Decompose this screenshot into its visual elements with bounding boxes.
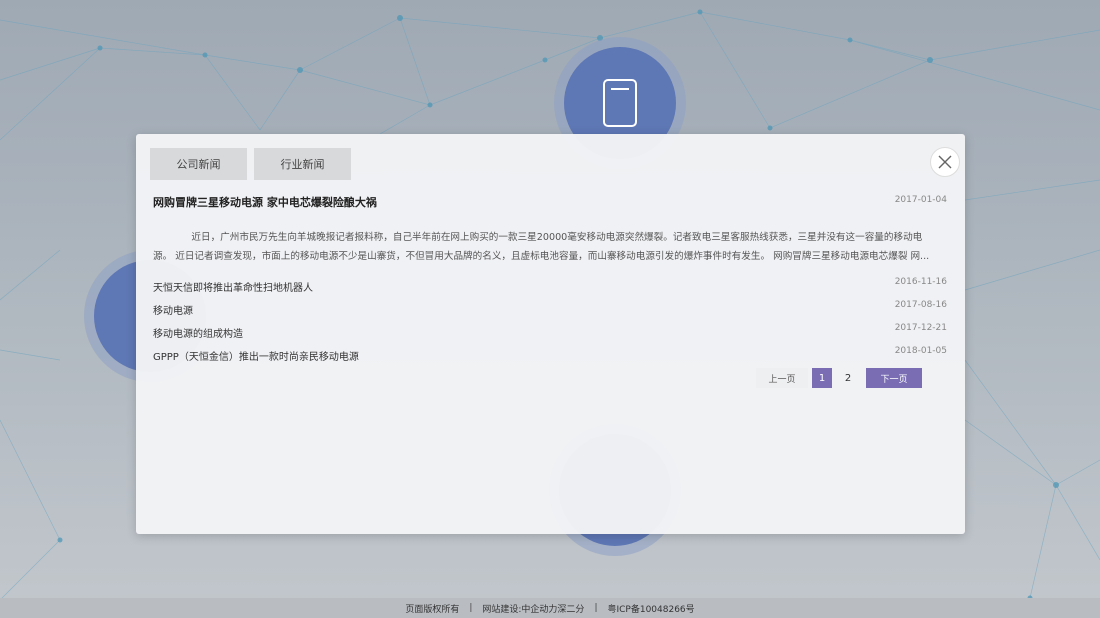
featured-article: 网购冒牌三星移动电源 家中电芯爆裂险酿大祸 2017-01-04 近日，广州市民… bbox=[153, 194, 947, 266]
news-date: 2017-12-21 bbox=[894, 323, 947, 333]
featured-title[interactable]: 网购冒牌三星移动电源 家中电芯爆裂险酿大祸 bbox=[153, 194, 930, 210]
prev-page-button[interactable]: 上一页 bbox=[756, 368, 808, 388]
news-title[interactable]: 天恒天信即将推出革命性扫地机器人 bbox=[153, 283, 313, 294]
news-title[interactable]: GPPP（天恒金信）推出一款时尚亲民移动电源 bbox=[153, 352, 359, 363]
news-row: 移动电源的组成构造 2017-12-21 bbox=[153, 322, 947, 345]
footer-icp[interactable]: 粤ICP备10048266号 bbox=[607, 602, 694, 615]
page: 公司新闻 行业新闻 网购冒牌三星移动电源 家中电芯爆裂险酿大祸 2017-01-… bbox=[0, 0, 1100, 618]
close-icon bbox=[938, 155, 952, 169]
news-date: 2018-01-05 bbox=[894, 346, 947, 356]
featured-date: 2017-01-04 bbox=[894, 195, 947, 205]
news-title[interactable]: 移动电源的组成构造 bbox=[153, 329, 243, 340]
news-row: 移动电源 2017-08-16 bbox=[153, 299, 947, 322]
tab-company-news[interactable]: 公司新闻 bbox=[150, 148, 247, 180]
tab-industry-news[interactable]: 行业新闻 bbox=[254, 148, 351, 180]
news-title[interactable]: 移动电源 bbox=[153, 306, 193, 317]
footer-separator: | bbox=[469, 603, 473, 613]
news-row: GPPP（天恒金信）推出一款时尚亲民移动电源 2018-01-05 bbox=[153, 345, 947, 368]
news-date: 2016-11-16 bbox=[894, 277, 947, 287]
news-tabs: 公司新闻 行业新闻 bbox=[150, 148, 351, 180]
news-list: 天恒天信即将推出革命性扫地机器人 2016-11-16 移动电源 2017-08… bbox=[153, 276, 947, 368]
news-modal: 公司新闻 行业新闻 网购冒牌三星移动电源 家中电芯爆裂险酿大祸 2017-01-… bbox=[136, 134, 965, 534]
news-date: 2017-08-16 bbox=[894, 300, 947, 310]
next-page-button[interactable]: 下一页 bbox=[866, 368, 922, 388]
page-1-button[interactable]: 1 bbox=[812, 368, 832, 388]
footer-builder[interactable]: 网站建设:中企动力深二分 bbox=[482, 602, 584, 615]
page-2-button[interactable]: 2 bbox=[838, 368, 858, 388]
footer: 页面版权所有 | 网站建设:中企动力深二分 | 粤ICP备10048266号 bbox=[0, 598, 1100, 618]
news-row: 天恒天信即将推出革命性扫地机器人 2016-11-16 bbox=[153, 276, 947, 299]
close-button[interactable] bbox=[930, 147, 960, 177]
footer-separator: | bbox=[594, 603, 598, 613]
featured-summary: 近日，广州市民万先生向羊城晚报记者报料称，自己半年前在网上购买的一款三星2000… bbox=[153, 232, 930, 262]
footer-copyright: 页面版权所有 bbox=[405, 604, 460, 615]
pagination: 上一页 1 2 下一页 bbox=[756, 368, 922, 388]
